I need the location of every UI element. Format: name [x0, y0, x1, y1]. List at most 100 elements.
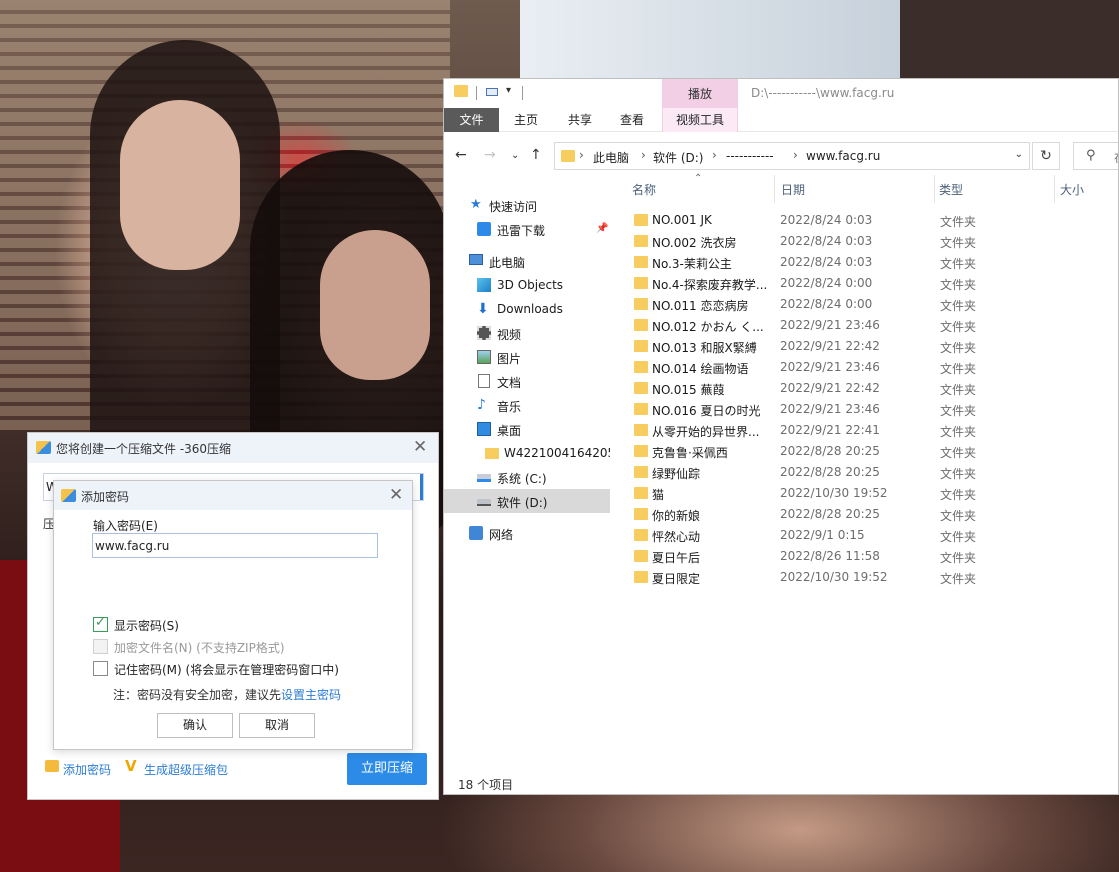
up-arrow-icon[interactable]: ↑ [530, 147, 542, 163]
show-password-label[interactable]: 显示密码(S) [114, 617, 179, 634]
qat-separator [476, 86, 477, 100]
folder-icon [634, 487, 648, 499]
column-header-name[interactable]: 名称 [632, 181, 656, 198]
file-row[interactable]: NO.015 蕪葭 2022/9/21 22:42 文件夹 [620, 378, 1118, 399]
search-box[interactable]: ⚲ 在 [1073, 142, 1118, 170]
super-pack-link[interactable]: 生成超级压缩包 [144, 761, 228, 778]
set-master-password-link[interactable]: 设置主密码 [281, 688, 341, 702]
nav-item-folder[interactable]: W42210041642058 [444, 441, 610, 465]
file-row[interactable]: NO.012 かおん く... 2022/9/21 23:46 文件夹 [620, 315, 1118, 336]
encrypt-filenames-checkbox[interactable] [93, 639, 108, 654]
nav-item-3d-objects[interactable]: 3D Objects [444, 273, 610, 297]
cube-icon [477, 278, 491, 292]
properties-icon[interactable] [486, 88, 498, 96]
file-row[interactable]: No.3-茉莉公主 2022/8/24 0:03 文件夹 [620, 252, 1118, 273]
refresh-button[interactable]: ↻ [1032, 142, 1060, 170]
folder-icon [634, 256, 648, 268]
nav-item-drive-d[interactable]: 软件 (D:) [444, 489, 610, 513]
file-name: NO.014 绘画物语 [652, 362, 749, 376]
file-name: 克鲁鲁·采佩西 [652, 446, 728, 460]
breadcrumb-separator-icon[interactable]: › [712, 148, 717, 162]
nav-item-pictures[interactable]: 图片 [444, 345, 610, 369]
file-date: 2022/9/21 22:42 [780, 339, 880, 353]
password-input[interactable] [92, 533, 378, 558]
file-name: 从零开始的异世界... [652, 425, 760, 439]
status-item-count: 18 个项目 [458, 778, 514, 792]
folder-icon [634, 508, 648, 520]
nav-item-drive-c[interactable]: 系统 (C:) [444, 465, 610, 489]
nav-item-quick-access[interactable]: ★ 快速访问 [444, 193, 610, 217]
file-name: 怦然心动 [652, 530, 701, 544]
column-divider[interactable] [774, 175, 775, 203]
file-row[interactable]: 从零开始的异世界... 2022/9/21 22:41 文件夹 [620, 420, 1118, 441]
breadcrumb-drive-d[interactable]: 软件 (D:) [653, 149, 703, 166]
close-icon[interactable]: ✕ [389, 485, 403, 505]
breadcrumb-separator-icon[interactable]: › [793, 148, 798, 162]
breadcrumb-current[interactable]: www.facg.ru [806, 149, 880, 163]
remember-password-label[interactable]: 记住密码(M) (将会显示在管理密码窗口中) [114, 661, 339, 678]
folder-icon[interactable] [454, 85, 468, 97]
file-row[interactable]: 夏日限定 2022/10/30 19:52 文件夹 [620, 567, 1118, 588]
file-date: 2022/8/28 20:25 [780, 465, 880, 479]
security-note-text: 注：密码没有安全加密，建议先 [113, 688, 282, 702]
file-row[interactable]: NO.002 洗衣房 2022/8/24 0:03 文件夹 [620, 231, 1118, 252]
breadcrumb-separator-icon[interactable]: › [579, 148, 584, 162]
ok-button[interactable]: 确认 [157, 713, 233, 738]
column-divider[interactable] [934, 175, 935, 203]
column-header-date[interactable]: 日期 [781, 181, 805, 198]
security-note: 注：密码没有安全加密，建议先设置主密码 [113, 686, 341, 703]
nav-item-desktop[interactable]: 桌面 [444, 417, 610, 441]
file-type: 文件夹 [940, 572, 977, 586]
music-icon: ♪ [477, 397, 486, 413]
tab-home[interactable]: 主页 [501, 108, 551, 132]
file-row[interactable]: NO.011 恋恋病房 2022/8/24 0:00 文件夹 [620, 294, 1118, 315]
file-type: 文件夹 [940, 488, 977, 502]
file-row[interactable]: NO.001 JK 2022/8/24 0:03 文件夹 [620, 210, 1118, 231]
file-date: 2022/10/30 19:52 [780, 570, 888, 584]
tab-view[interactable]: 查看 [607, 108, 657, 132]
qat-dropdown-icon[interactable]: ▾ [506, 85, 511, 96]
forward-arrow-icon[interactable]: → [484, 147, 496, 163]
cancel-button[interactable]: 取消 [239, 713, 315, 738]
address-dropdown-icon[interactable]: ⌄ [1015, 149, 1023, 160]
column-header-size[interactable]: 大小 [1060, 181, 1084, 198]
add-password-link[interactable]: 添加密码 [63, 761, 111, 778]
file-row[interactable]: NO.014 绘画物语 2022/9/21 23:46 文件夹 [620, 357, 1118, 378]
nav-item-network[interactable]: 网络 [444, 521, 610, 545]
recent-dropdown-icon[interactable]: ⌄ [511, 150, 519, 161]
close-icon[interactable]: ✕ [413, 437, 427, 457]
file-name: 你的新娘 [652, 509, 701, 523]
nav-item-music[interactable]: ♪ 音乐 [444, 393, 610, 417]
breadcrumb-this-pc[interactable]: 此电脑 [593, 149, 629, 166]
nav-item-videos[interactable]: 视频 [444, 321, 610, 345]
tab-share[interactable]: 共享 [555, 108, 605, 132]
nav-item-downloads[interactable]: ⬇ Downloads [444, 297, 610, 321]
compress-now-button[interactable]: 立即压缩 [347, 753, 427, 785]
file-row[interactable]: No.4-探索废弃教学... 2022/8/24 0:00 文件夹 [620, 273, 1118, 294]
file-date: 2022/9/21 23:46 [780, 402, 880, 416]
file-row[interactable]: 你的新娘 2022/8/28 20:25 文件夹 [620, 504, 1118, 525]
column-header-type[interactable]: 类型 [939, 181, 963, 198]
tab-video-tools[interactable]: 视频工具 [662, 108, 738, 132]
file-row[interactable]: 夏日午后 2022/8/26 11:58 文件夹 [620, 546, 1118, 567]
column-divider[interactable] [1054, 175, 1055, 203]
nav-item-this-pc[interactable]: 此电脑 [444, 249, 610, 273]
file-row[interactable]: 猫 2022/10/30 19:52 文件夹 [620, 483, 1118, 504]
breadcrumb-folder[interactable]: ----------- [726, 149, 774, 163]
tab-file[interactable]: 文件 [444, 108, 499, 132]
show-password-checkbox[interactable] [93, 615, 108, 632]
file-row[interactable]: 克鲁鲁·采佩西 2022/8/28 20:25 文件夹 [620, 441, 1118, 462]
remember-password-checkbox[interactable] [93, 661, 108, 676]
address-bar[interactable]: › 此电脑 › 软件 (D:) › ----------- › www.facg… [554, 142, 1030, 170]
folder-icon [634, 277, 648, 289]
nav-item-documents[interactable]: 文档 [444, 369, 610, 393]
file-row[interactable]: NO.016 夏日の时光 2022/9/21 23:46 文件夹 [620, 399, 1118, 420]
file-row[interactable]: NO.013 和服X緊縛 2022/9/21 22:42 文件夹 [620, 336, 1118, 357]
back-arrow-icon[interactable]: ← [455, 147, 467, 163]
pin-icon[interactable]: 📌 [596, 223, 608, 234]
file-row[interactable]: 绿野仙踪 2022/8/28 20:25 文件夹 [620, 462, 1118, 483]
breadcrumb-separator-icon[interactable]: › [641, 148, 646, 162]
nav-item-thunder-download[interactable]: 迅雷下载 📌 [444, 217, 610, 241]
file-name: 绿野仙踪 [652, 467, 701, 481]
file-row[interactable]: 怦然心动 2022/9/1 0:15 文件夹 [620, 525, 1118, 546]
